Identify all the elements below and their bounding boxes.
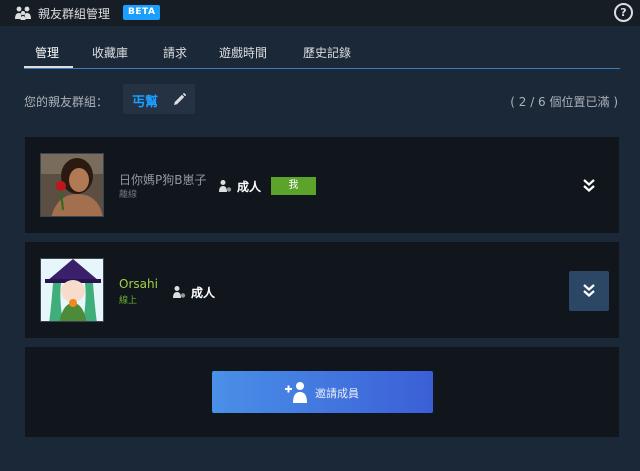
avatar[interactable] xyxy=(40,153,104,217)
avatar[interactable] xyxy=(40,258,104,322)
expand-member-button[interactable] xyxy=(569,271,609,311)
title-bar: 親友群組管理 BETA ? xyxy=(0,0,640,26)
tab-history[interactable]: 歷史記錄 xyxy=(303,44,351,61)
member-status: 離線 xyxy=(119,190,138,200)
tab-manage[interactable]: 管理 xyxy=(35,44,59,61)
avatar-image xyxy=(41,259,103,321)
member-status: 線上 xyxy=(119,296,138,306)
tabs-divider xyxy=(24,68,620,69)
member-name: Orsahi xyxy=(119,277,158,291)
avatar-image xyxy=(41,154,103,216)
window-title: 親友群組管理 xyxy=(38,7,111,21)
me-badge: 我 xyxy=(271,177,316,195)
group-label: 您的親友群組： xyxy=(24,95,109,109)
pencil-icon[interactable] xyxy=(173,93,186,106)
invite-member-button[interactable]: 邀請成員 xyxy=(212,371,433,413)
invite-member-label: 邀請成員 xyxy=(315,387,359,400)
beta-badge: BETA xyxy=(123,5,161,20)
member-role: 成人 xyxy=(237,180,262,194)
adult-role-icon xyxy=(173,286,186,298)
member-card: Orsahi 線上 成人 xyxy=(25,242,619,338)
expand-member-button[interactable] xyxy=(569,166,609,206)
double-chevron-down-icon xyxy=(583,179,595,192)
member-role: 成人 xyxy=(191,286,216,300)
double-chevron-down-icon xyxy=(583,284,595,297)
member-name: 日你媽P狗B崽子 xyxy=(119,173,207,187)
group-name: 丐幫 xyxy=(132,95,159,110)
tab-library[interactable]: 收藏庫 xyxy=(92,44,128,61)
tab-bar: 管理 收藏庫 請求 遊戲時間 歷史記錄 xyxy=(24,44,620,70)
invite-card: 邀請成員 xyxy=(25,347,619,437)
adult-role-icon xyxy=(219,180,232,192)
family-icon xyxy=(15,6,31,20)
slots-status: ( 2 / 6 個位置已滿 ) xyxy=(510,95,618,109)
tab-requests[interactable]: 請求 xyxy=(163,44,187,61)
add-person-icon xyxy=(285,382,307,403)
member-card: 日你媽P狗B崽子 離線 成人 我 xyxy=(25,137,619,233)
help-icon[interactable]: ? xyxy=(614,3,633,22)
group-name-editor[interactable]: 丐幫 xyxy=(123,84,195,114)
tab-playtime[interactable]: 遊戲時間 xyxy=(219,44,267,61)
